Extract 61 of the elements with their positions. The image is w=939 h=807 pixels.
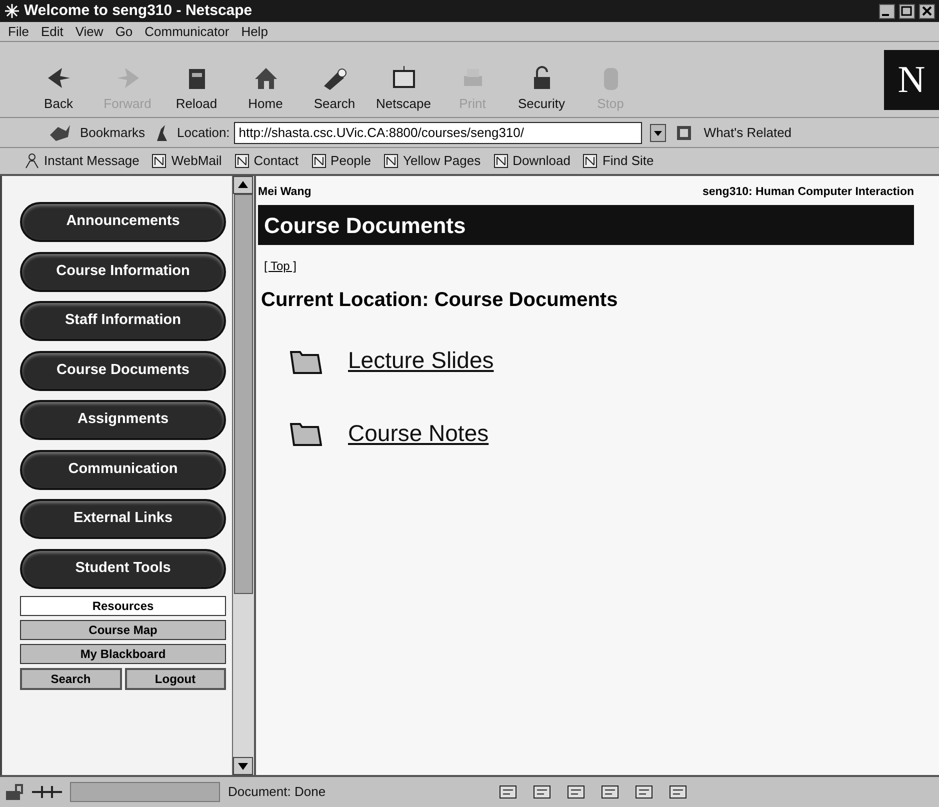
menu-item[interactable]: File [8, 22, 29, 42]
bookmark-link[interactable]: Contact [234, 151, 299, 171]
nav-button[interactable]: External Links [20, 499, 226, 539]
sidebar-button[interactable]: Logout [124, 668, 226, 690]
window-title: Welcome to seng310 - Netscape [24, 0, 254, 21]
nav-button[interactable]: Student Tools [20, 548, 226, 588]
menu-item[interactable]: Help [241, 22, 268, 42]
page-icon [151, 153, 168, 169]
scroll-thumb[interactable] [234, 194, 253, 594]
toolbar-button[interactable]: Netscape [369, 64, 438, 117]
nav-button[interactable]: Announcements [20, 202, 226, 242]
bookmark-link[interactable]: Instant Message [24, 151, 140, 171]
nav-button[interactable]: Staff Information [20, 301, 226, 341]
bookmark-link[interactable]: Find Site [582, 151, 654, 171]
course-title: seng310: Human Computer Interaction [702, 185, 914, 200]
toolbar-button[interactable]: Security [507, 64, 576, 117]
scrollbar[interactable] [232, 176, 254, 775]
folder-icon [290, 420, 322, 446]
bookmark-link[interactable]: Yellow Pages [383, 151, 481, 171]
page-icon [582, 153, 598, 169]
page-icon [383, 153, 400, 169]
page-icon [234, 153, 250, 169]
nav-button[interactable]: Course Documents [20, 350, 226, 390]
lock-icon [4, 783, 24, 801]
user-name: Mei Wang [258, 185, 312, 200]
sidebar-tab[interactable]: My Blackboard [20, 644, 226, 664]
page-icon [310, 153, 327, 169]
toolbar-button[interactable]: Search [300, 64, 369, 117]
page-heading: Course Documents [258, 205, 914, 246]
bookmarks-button[interactable]: Bookmarks [80, 122, 146, 142]
url-field[interactable]: http://shasta.csc.UVic.CA:8800/courses/seng310/ [234, 122, 642, 144]
menu-item[interactable]: Communicator [144, 22, 230, 42]
person-icon [24, 153, 40, 169]
sidebar-tab[interactable]: Resources [20, 596, 226, 616]
menu-item[interactable]: View [75, 22, 104, 42]
folder-link[interactable]: Lecture Slides [348, 343, 494, 378]
menu-item[interactable]: Edit [40, 22, 64, 42]
toolbar-button[interactable]: Reload [162, 64, 231, 117]
status-text: Document: Done [228, 783, 327, 802]
whats-related-button[interactable]: What's Related [704, 122, 792, 142]
location-label: Location: [177, 124, 230, 142]
toolbar-button[interactable]: Back [24, 64, 93, 117]
netscape-logo: N [884, 50, 939, 110]
bookmark-link[interactable]: Download [492, 151, 570, 171]
bookmark-link[interactable]: People [310, 151, 372, 171]
maximize-icon [899, 4, 915, 18]
minimize-icon [879, 4, 895, 18]
nav-button[interactable]: Assignments [20, 400, 226, 440]
current-location: Current Location: Course Documents [261, 288, 619, 314]
close-icon [919, 4, 935, 18]
nav-button[interactable]: Communication [20, 450, 226, 490]
sidebar-button[interactable]: Search [20, 668, 122, 690]
sidebar-tab[interactable]: Course Map [20, 620, 226, 640]
bookmark-link[interactable]: WebMail [151, 151, 222, 171]
nav-button[interactable]: Course Information [20, 252, 226, 292]
top-link[interactable]: [ Top ] [264, 259, 296, 274]
connection-icon [32, 783, 62, 801]
toolbar-button[interactable]: Home [231, 64, 300, 117]
page-icon [492, 153, 509, 169]
folder-link[interactable]: Course Notes [348, 416, 489, 450]
menu-item[interactable]: Go [115, 22, 133, 42]
